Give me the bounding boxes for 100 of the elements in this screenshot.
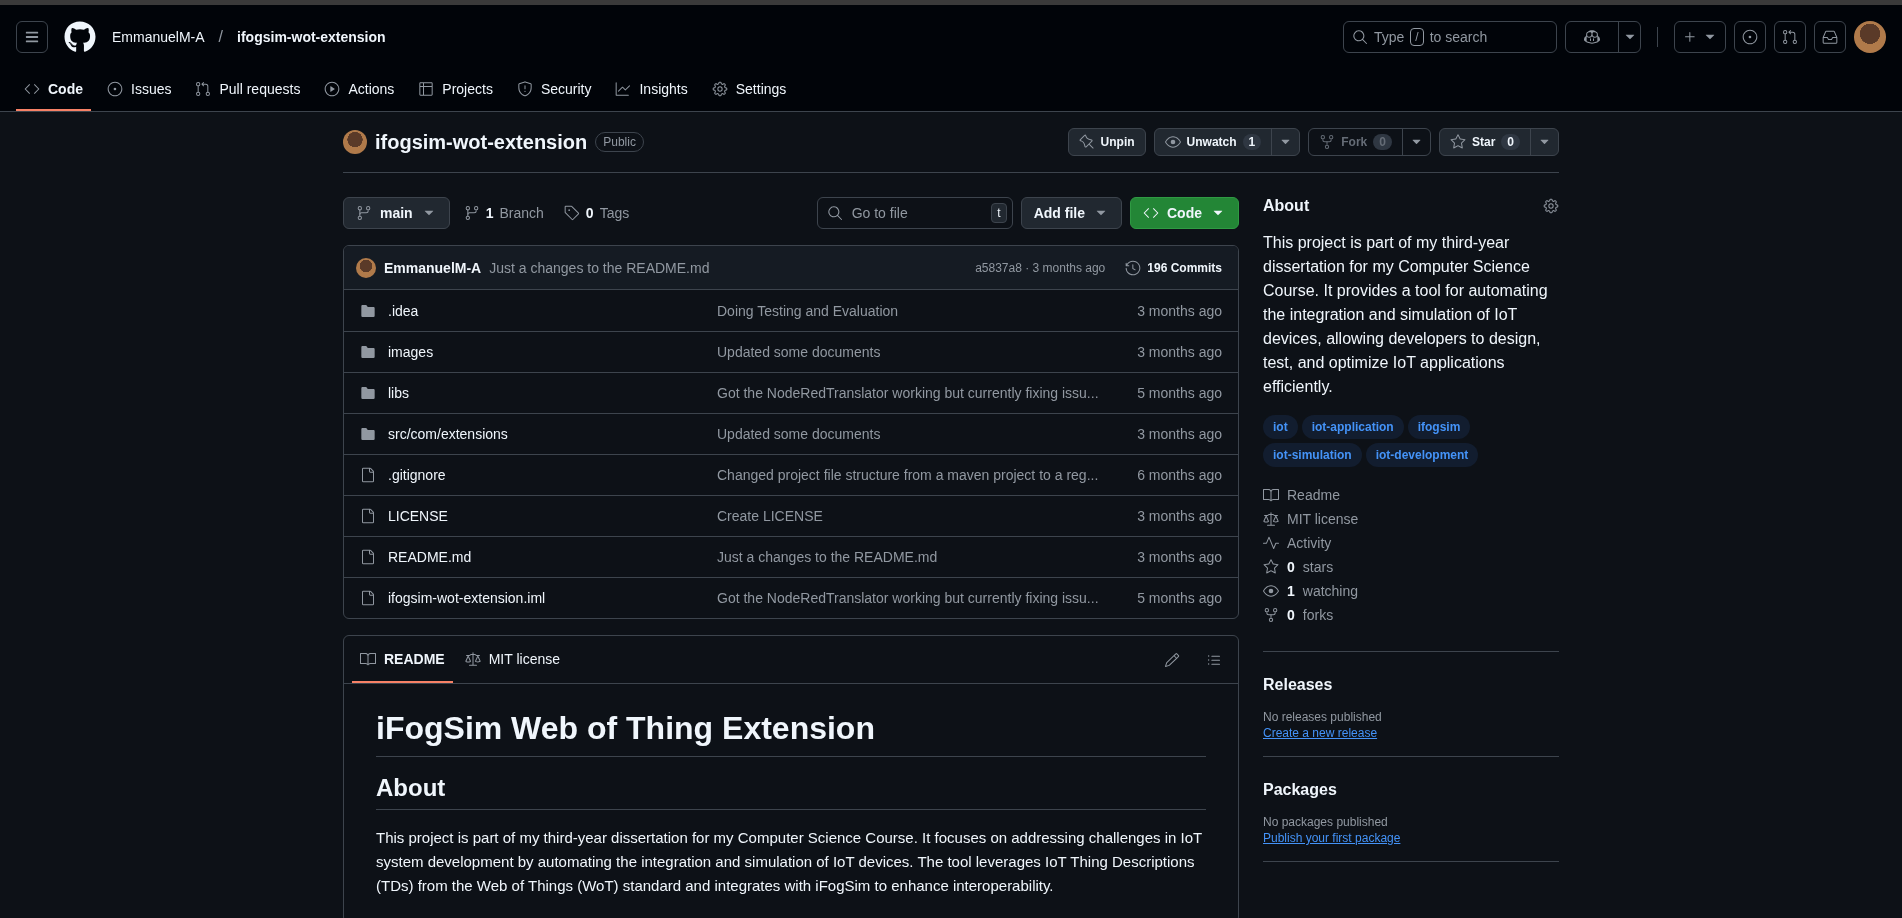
commit-message-link[interactable]: Got the NodeRedTranslator working but currently fixing issu... xyxy=(717,385,1138,401)
about-link[interactable]: 0 stars xyxy=(1263,555,1559,579)
commits-link[interactable]: 196 Commits xyxy=(1125,259,1222,276)
count-label: 0 xyxy=(1501,134,1520,150)
about-link[interactable]: Activity xyxy=(1263,531,1559,555)
commit-message[interactable]: Just a changes to the README.md xyxy=(489,259,710,276)
commit-message-link[interactable]: Create LICENSE xyxy=(717,508,1138,524)
file-name-link[interactable]: images xyxy=(360,344,717,360)
repo-nav-tab[interactable]: Actions xyxy=(316,69,403,111)
file-name-link[interactable]: ifogsim-wot-extension.iml xyxy=(360,590,717,606)
code-button[interactable]: Code xyxy=(1130,197,1239,229)
commit-message-link[interactable]: Changed project file structure from a maven project to a reg... xyxy=(717,467,1138,483)
star-icon xyxy=(1263,559,1279,575)
shield-icon xyxy=(516,81,533,97)
repo-nav-tab[interactable]: Security xyxy=(508,69,600,111)
file-icon xyxy=(360,549,376,565)
file-name-link[interactable]: src/com/extensions xyxy=(360,426,717,442)
repo-nav-tab[interactable]: Settings xyxy=(703,69,795,111)
file-name-link[interactable]: README.md xyxy=(360,549,717,565)
add-file-button[interactable]: Add file xyxy=(1020,197,1122,229)
topic-tag[interactable]: iot-simulation xyxy=(1263,443,1362,467)
folder-icon xyxy=(360,385,376,401)
packages-note: No packages published xyxy=(1263,815,1389,829)
fork-icon xyxy=(1263,607,1279,623)
user-avatar[interactable] xyxy=(1854,21,1886,53)
repo-nav-tab[interactable]: Pull requests xyxy=(187,69,309,111)
commit-message-link[interactable]: Updated some documents xyxy=(717,426,1138,442)
about-link[interactable]: 0 forks xyxy=(1263,603,1559,627)
topic-tag[interactable]: iot-development xyxy=(1365,443,1479,467)
repo-title[interactable]: ifogsim-wot-extension xyxy=(375,130,588,154)
readme-tab[interactable]: README xyxy=(352,636,453,683)
repo-nav-tab[interactable]: Insights xyxy=(607,69,696,111)
repo-action-button[interactable]: Star 0 xyxy=(1438,128,1559,156)
create-new-button[interactable] xyxy=(1674,21,1726,53)
commit-time: 3 months ago xyxy=(1137,344,1222,360)
commit-time: 3 months ago xyxy=(1137,549,1222,565)
issues-button[interactable] xyxy=(1734,21,1766,53)
search-hint: Type xyxy=(1374,29,1405,45)
breadcrumb-separator: / xyxy=(218,28,224,46)
repo-nav-tab[interactable]: Projects xyxy=(410,69,501,111)
commit-message-link[interactable]: Got the NodeRedTranslator working but currently fixing issu... xyxy=(717,590,1138,606)
repo-action-button[interactable]: Unpin xyxy=(1067,128,1146,156)
commit-message-link[interactable]: Doing Testing and Evaluation xyxy=(717,302,1138,319)
branch-icon xyxy=(356,205,372,221)
topic-tag[interactable]: iot-application xyxy=(1301,415,1404,439)
scales-icon xyxy=(464,650,481,667)
repo-nav-tab[interactable]: Issues xyxy=(99,69,180,111)
topic-tag[interactable]: ifogsim xyxy=(1407,415,1471,439)
plus-icon xyxy=(1682,29,1698,45)
releases-title[interactable]: Releases xyxy=(1263,676,1559,694)
pulse-icon xyxy=(1263,535,1279,551)
readme-heading: About xyxy=(376,773,1206,810)
settings-icon[interactable] xyxy=(1543,198,1559,214)
commit-time: 5 months ago xyxy=(1137,590,1222,606)
readme-tab[interactable]: MIT license xyxy=(456,636,568,683)
count-label: 1 xyxy=(1242,134,1262,150)
search-field[interactable]: Type / to search xyxy=(1343,21,1557,53)
star-icon xyxy=(1449,134,1466,150)
pencil-icon xyxy=(1164,651,1180,668)
repo-action-button[interactable]: Unwatch 1 xyxy=(1153,128,1301,156)
pull-requests-button[interactable] xyxy=(1774,21,1806,53)
create-release-link[interactable]: Create a new release xyxy=(1263,726,1378,740)
search-icon xyxy=(1352,29,1368,45)
commit-message-link[interactable]: Just a changes to the README.md xyxy=(717,549,1138,565)
repo-link[interactable]: ifogsim-wot-extension xyxy=(237,29,386,45)
tags-link[interactable]: 0 Tags xyxy=(557,205,636,221)
shortcut-key: / xyxy=(1410,28,1424,46)
publish-package-link[interactable]: Publish your first package xyxy=(1263,831,1401,845)
repo-nav-tab[interactable]: Code xyxy=(16,69,91,111)
github-logo-icon[interactable] xyxy=(64,21,96,53)
file-name-link[interactable]: LICENSE xyxy=(360,508,717,524)
branches-link[interactable]: 1 Branch xyxy=(457,205,550,221)
tag-icon xyxy=(563,205,580,221)
about-link[interactable]: MIT license xyxy=(1263,507,1559,531)
file-name-link[interactable]: .idea xyxy=(360,302,717,319)
file-icon xyxy=(360,508,376,524)
topic-tag[interactable]: iot xyxy=(1263,415,1298,439)
eye-icon xyxy=(1164,134,1181,150)
inbox-button[interactable] xyxy=(1814,21,1846,53)
branch-icon xyxy=(463,205,480,221)
commit-time: 3 months ago xyxy=(1137,426,1222,442)
about-title: About xyxy=(1263,197,1310,215)
commit-message-link[interactable]: Updated some documents xyxy=(717,344,1138,360)
owner-link[interactable]: EmmanuelM-A xyxy=(112,29,205,45)
about-link[interactable]: Readme xyxy=(1263,483,1559,507)
menu-button[interactable] xyxy=(16,21,48,53)
menu-icon xyxy=(25,30,39,44)
commit-time: 6 months ago xyxy=(1137,467,1222,483)
packages-title[interactable]: Packages xyxy=(1263,781,1559,799)
file-name-link[interactable]: .gitignore xyxy=(360,467,717,483)
commit-author[interactable]: EmmanuelM-A xyxy=(384,259,482,276)
commit-hash-time[interactable]: a5837a8 · 3 months ago xyxy=(975,260,1106,275)
folder-icon xyxy=(360,344,376,360)
code-icon xyxy=(24,81,40,97)
file-name-link[interactable]: libs xyxy=(360,385,717,401)
about-link[interactable]: 1 watching xyxy=(1263,579,1559,603)
branch-select-button[interactable]: main xyxy=(343,197,450,229)
book-icon xyxy=(1263,487,1279,503)
folder-icon xyxy=(360,426,376,442)
pull-request-icon xyxy=(195,81,212,97)
